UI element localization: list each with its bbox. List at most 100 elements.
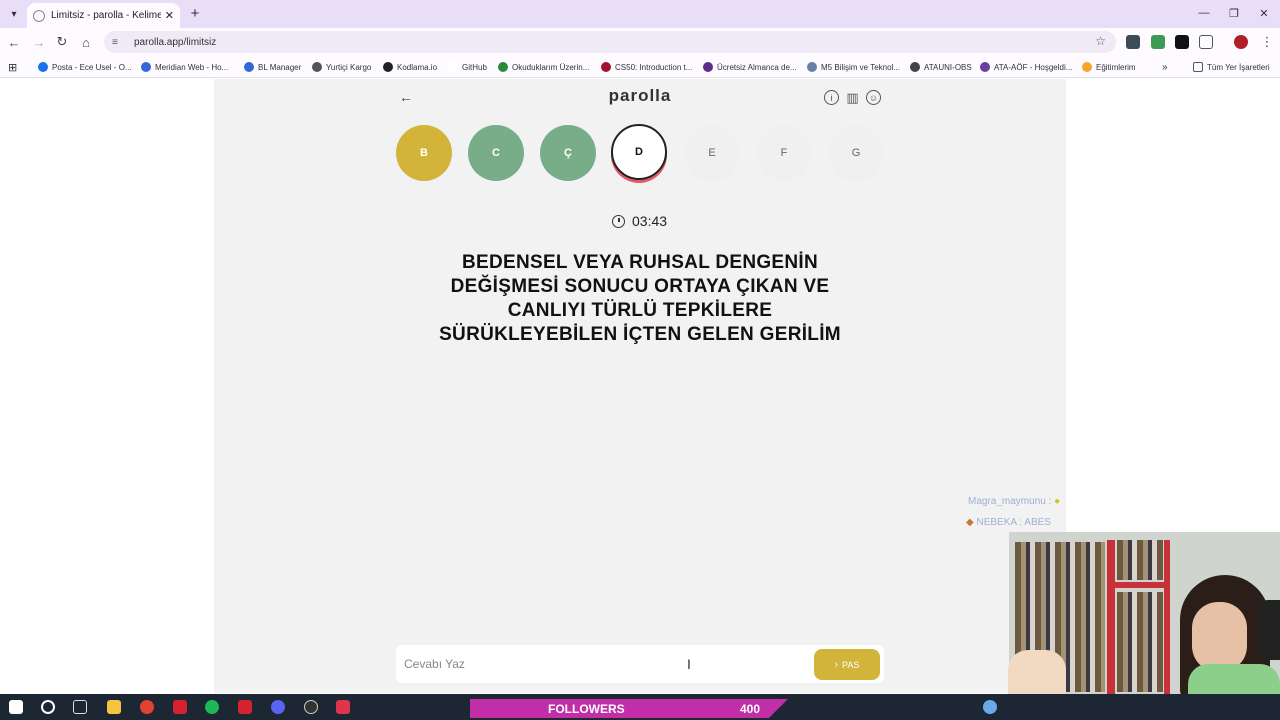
bookmark-item[interactable]: Eğitimlerim xyxy=(1082,60,1136,74)
letter-circle-inactive: E xyxy=(684,125,740,181)
apps-grid-icon[interactable]: ⊞ xyxy=(8,60,17,74)
back-arrow-icon[interactable]: ← xyxy=(398,88,414,106)
emoji-icon: ● xyxy=(1054,496,1061,507)
address-bar[interactable]: ≡ parolla.app/limitsiz ☆ xyxy=(104,31,1116,53)
bookmark-item[interactable]: Ücretsiz Almanca de... xyxy=(703,60,797,74)
weather-icon[interactable] xyxy=(983,700,997,714)
chat-text: Magra_maymunu : xyxy=(968,496,1052,507)
bookmark-item[interactable]: ATAUNI-OBS xyxy=(910,60,972,74)
chat-message: ◆ NEBEKA : ABES xyxy=(966,517,1051,528)
user-profile-icon[interactable]: ☺ xyxy=(866,90,881,105)
chat-message: Magra_maymunu : ● xyxy=(968,496,1060,507)
forward-icon[interactable]: → xyxy=(30,33,48,51)
extension-icon[interactable] xyxy=(1151,35,1165,49)
bookmarks-bar: ⊞ Posta - Ece Usel - O... Meridian Web -… xyxy=(0,56,1280,78)
countdown-timer: 03:43 xyxy=(612,212,667,230)
window-close-icon[interactable]: ✕ xyxy=(1254,4,1274,22)
anime-mascot-image xyxy=(1008,650,1066,698)
letter-char: F xyxy=(780,147,788,159)
bookshelf xyxy=(1117,540,1163,580)
discord-icon[interactable] xyxy=(271,700,285,714)
menu-kebab-icon[interactable]: ⋮ xyxy=(1258,33,1276,51)
obs-icon[interactable] xyxy=(304,700,318,714)
bookmark-item[interactable]: Okuduklarım Üzerin... xyxy=(498,60,589,74)
bookmark-label: Posta - Ece Usel - O... xyxy=(52,62,132,72)
new-tab-plus-icon[interactable]: + xyxy=(186,4,204,22)
letter-circle-active: D xyxy=(611,124,667,180)
headset xyxy=(1258,600,1280,660)
extension-icon[interactable] xyxy=(1126,35,1140,49)
letter-char: D xyxy=(635,146,643,158)
bookmark-favicon-icon xyxy=(980,62,990,72)
all-bookmarks-folder[interactable]: Tüm Yer İşaretleri xyxy=(1193,60,1270,74)
search-icon[interactable] xyxy=(41,700,55,714)
minimize-icon[interactable]: — xyxy=(1194,4,1214,22)
bookmark-label: M5 Bilişim ve Teknol... xyxy=(821,62,900,72)
bookmark-item[interactable]: M5 Bilişim ve Teknol... xyxy=(807,60,900,74)
browser-toolbar: ← → ↻ ⌂ ≡ parolla.app/limitsiz ☆ ⋮ xyxy=(0,28,1280,56)
bookmark-label: Okuduklarım Üzerin... xyxy=(512,62,590,72)
extensions-puzzle-icon[interactable] xyxy=(1199,35,1213,49)
bookmark-favicon-icon xyxy=(244,62,254,72)
shelf-frame xyxy=(1164,540,1170,694)
site-info-icon[interactable]: ≡ xyxy=(112,37,126,48)
letter-circle-correct: Ç xyxy=(540,125,596,181)
bookmark-item[interactable]: Meridian Web - Ho... xyxy=(141,60,228,74)
pass-button[interactable]: › PAS xyxy=(814,649,880,680)
app-icon[interactable] xyxy=(238,700,252,714)
chrome-icon[interactable] xyxy=(140,700,154,714)
info-icon[interactable]: i xyxy=(824,90,839,105)
answer-input[interactable] xyxy=(404,653,784,675)
more-bookmarks-chevron-icon[interactable]: » xyxy=(1162,60,1168,74)
site-logo[interactable]: parolla xyxy=(560,86,720,106)
back-icon[interactable]: ← xyxy=(5,33,23,51)
bookmark-item[interactable]: Posta - Ece Usel - O... xyxy=(38,60,132,74)
bookmark-item[interactable]: Kodlama.io xyxy=(383,60,437,74)
bookmark-label: BL Manager xyxy=(258,62,302,72)
tab-bar: ▾ Limitsiz - parolla - Kelime oyun ✕ + —… xyxy=(0,0,1280,28)
tab-list-chevron-icon[interactable]: ▾ xyxy=(4,4,24,24)
home-icon[interactable]: ⌂ xyxy=(77,33,95,51)
bookmark-label: Eğitimlerim xyxy=(1096,62,1136,72)
folder-icon xyxy=(1193,62,1203,72)
letter-circle-passed: B xyxy=(396,125,452,181)
app-icon[interactable] xyxy=(173,700,187,714)
spotify-icon[interactable] xyxy=(205,700,219,714)
followers-label: FOLLOWERS xyxy=(548,701,625,716)
bookmark-item[interactable]: Yurtiçi Kargo xyxy=(312,60,371,74)
reload-icon[interactable]: ↻ xyxy=(53,33,71,51)
profile-avatar[interactable] xyxy=(1234,35,1248,49)
shelf-frame xyxy=(1107,582,1167,588)
app-icon[interactable] xyxy=(336,700,350,714)
text-cursor-icon: I xyxy=(687,656,691,672)
restore-icon[interactable]: ❐ xyxy=(1224,4,1244,22)
extension-icon[interactable] xyxy=(1175,35,1189,49)
windows-start-icon[interactable] xyxy=(9,700,23,714)
bookmark-item[interactable]: GitHub xyxy=(448,60,487,74)
question-text: BEDENSEL VEYA RUHSAL DENGENİN DEĞİŞMESİ … xyxy=(439,252,841,345)
letter-char: E xyxy=(708,147,716,159)
bookmark-label: GitHub xyxy=(462,62,487,72)
bookmark-favicon-icon xyxy=(910,62,920,72)
pass-label: PAS xyxy=(842,659,860,670)
bookmark-favicon-icon xyxy=(141,62,151,72)
bookmark-star-icon[interactable]: ☆ xyxy=(1095,34,1106,48)
all-bookmarks-label: Tüm Yer İşaretleri xyxy=(1207,62,1270,72)
bookmark-item[interactable]: ATA-AÖF - Hoşgeldi... xyxy=(980,60,1072,74)
answer-bar xyxy=(396,645,884,683)
followers-count: 400 xyxy=(739,701,760,716)
bookmark-item[interactable]: CS50: Introduction t... xyxy=(601,60,692,74)
followers-goal-bar: FOLLOWERS 400 xyxy=(470,699,788,718)
tab-title: Limitsiz - parolla - Kelime oyun xyxy=(51,10,161,21)
bookmark-favicon-icon xyxy=(498,62,508,72)
bookmark-label: ATA-AÖF - Hoşgeldi... xyxy=(994,62,1073,72)
tab-favicon-icon xyxy=(33,9,45,22)
task-view-icon[interactable] xyxy=(73,700,87,714)
file-explorer-icon[interactable] xyxy=(107,700,121,714)
bookmark-item[interactable]: BL Manager xyxy=(244,60,301,74)
tab-limitsiz[interactable]: Limitsiz - parolla - Kelime oyun ✕ xyxy=(27,3,180,28)
bookmark-favicon-icon xyxy=(807,62,817,72)
url-text: parolla.app/limitsiz xyxy=(134,36,217,48)
stats-chart-icon[interactable]: ▥ xyxy=(845,90,860,105)
tab-close-icon[interactable]: ✕ xyxy=(165,9,174,22)
